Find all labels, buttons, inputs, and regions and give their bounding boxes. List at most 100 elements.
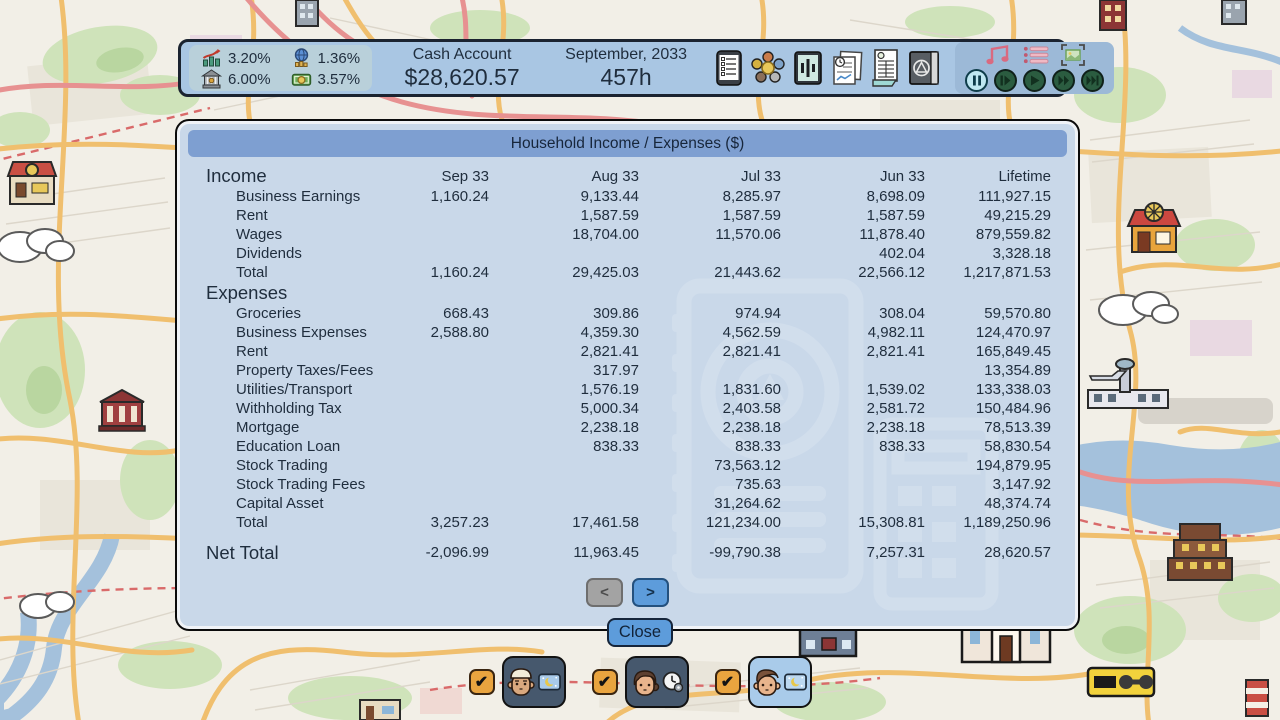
reports-icon[interactable] (831, 50, 863, 86)
row-value: 73,563.12 (639, 456, 781, 475)
row-value (404, 380, 489, 399)
row-value: 9,133.44 (489, 187, 639, 206)
row-value: 5,000.34 (489, 399, 639, 418)
row-value (404, 361, 489, 380)
member-1-portrait[interactable] (502, 656, 566, 708)
pause-button[interactable] (965, 69, 988, 92)
row-value: 4,982.11 (781, 323, 925, 342)
section-label: Income (204, 165, 404, 187)
prev-page-button[interactable]: < (586, 578, 623, 607)
playlist-icon[interactable] (1023, 46, 1049, 64)
row-label: Utilities/Transport (204, 380, 404, 399)
member-2-portrait[interactable] (625, 656, 689, 708)
row-value (639, 282, 781, 304)
play-button[interactable] (1023, 69, 1046, 92)
row-value: 11,878.40 (781, 225, 925, 244)
spacer (204, 532, 1051, 541)
row-label: Dividends (204, 244, 404, 263)
map-building-shop[interactable] (8, 162, 56, 204)
row-value (781, 361, 925, 380)
row-label: Rent (204, 342, 404, 361)
column-header: Lifetime (925, 165, 1051, 187)
row-value: 8,698.09 (781, 187, 925, 206)
row-value: 1,587.59 (489, 206, 639, 225)
row-value (925, 282, 1051, 304)
row-label: Property Taxes/Fees (204, 361, 404, 380)
play-slow-button[interactable] (994, 69, 1017, 92)
row-value: 22,566.12 (781, 263, 925, 282)
row-label: Stock Trading Fees (204, 475, 404, 494)
row-value: 48,374.74 (925, 494, 1051, 513)
row-value (639, 361, 781, 380)
row-value: 1,160.24 (404, 263, 489, 282)
column-header: Sep 33 (404, 165, 489, 187)
growth-chart-icon (201, 48, 222, 68)
member-toggle-2: ✔ (592, 656, 689, 708)
member-3-checkbox[interactable]: ✔ (715, 669, 741, 695)
member-3-avatar-icon (752, 667, 782, 697)
tablet-equalizer-icon[interactable] (794, 51, 822, 85)
row-value (781, 494, 925, 513)
sleeping-status-icon (784, 673, 807, 691)
row-value: 1,576.19 (489, 380, 639, 399)
working-status-icon (662, 671, 684, 693)
member-2-checkbox[interactable]: ✔ (592, 669, 618, 695)
row-label: Withholding Tax (204, 399, 404, 418)
next-page-button[interactable]: > (632, 578, 669, 607)
assets-ring-icon[interactable] (751, 51, 785, 85)
row-value: 133,338.03 (925, 380, 1051, 399)
row-value: 308.04 (781, 304, 925, 323)
row-value: 31,264.62 (639, 494, 781, 513)
menu-icon-row (716, 49, 939, 87)
receipt-icon[interactable] (872, 49, 900, 87)
rulebook-icon[interactable] (909, 50, 939, 86)
member-1-checkbox[interactable]: ✔ (469, 669, 495, 695)
check-icon: ✔ (475, 672, 488, 692)
map-building-casino[interactable] (1128, 203, 1180, 252)
fastest-button[interactable] (1081, 69, 1104, 92)
music-notes-icon[interactable] (985, 45, 1011, 66)
row-value: 1,160.24 (404, 187, 489, 206)
row-value (404, 206, 489, 225)
rate-stat: 3.20% (201, 48, 271, 68)
row-label: Stock Trading (204, 456, 404, 475)
row-value: 838.33 (639, 437, 781, 456)
row-value: 309.86 (489, 304, 639, 323)
rate-value: 6.00% (228, 71, 271, 88)
close-button[interactable]: Close (607, 618, 673, 647)
rate-stat: 1.36% (291, 48, 361, 68)
member-3-portrait[interactable] (748, 656, 812, 708)
row-label: Rent (204, 206, 404, 225)
rates-panel: 3.20% 1.36% 6.00% 3.57% (189, 45, 372, 91)
game-date: September, 2033 (552, 46, 700, 64)
row-value: 1,217,871.53 (925, 263, 1051, 282)
pagination: < > (204, 578, 1051, 607)
row-value: 18,704.00 (489, 225, 639, 244)
row-value: 165,849.45 (925, 342, 1051, 361)
section-label: Net Total (204, 541, 404, 565)
screenshot-icon[interactable] (1061, 44, 1085, 66)
game-speed-controls (965, 69, 1104, 92)
row-value: 28,620.57 (925, 541, 1051, 565)
row-value (404, 342, 489, 361)
fast-forward-button[interactable] (1052, 69, 1075, 92)
rate-value: 3.57% (318, 71, 361, 88)
row-value: 317.97 (489, 361, 639, 380)
row-label: Capital Asset (204, 494, 404, 513)
row-value: 974.94 (639, 304, 781, 323)
row-value: -2,096.99 (404, 541, 489, 565)
cash-icon (291, 69, 312, 89)
row-value: 668.43 (404, 304, 489, 323)
row-value (781, 456, 925, 475)
row-value: 11,570.06 (639, 225, 781, 244)
row-value: 11,963.45 (489, 541, 639, 565)
row-label: Mortgage (204, 418, 404, 437)
bank-icon (201, 69, 222, 89)
row-value: 2,581.72 (781, 399, 925, 418)
row-value: 1,587.59 (639, 206, 781, 225)
column-header: Jul 33 (639, 165, 781, 187)
phone-tasks-icon[interactable] (716, 50, 742, 86)
row-label: Total (204, 263, 404, 282)
row-value: 838.33 (489, 437, 639, 456)
row-label: Business Expenses (204, 323, 404, 342)
